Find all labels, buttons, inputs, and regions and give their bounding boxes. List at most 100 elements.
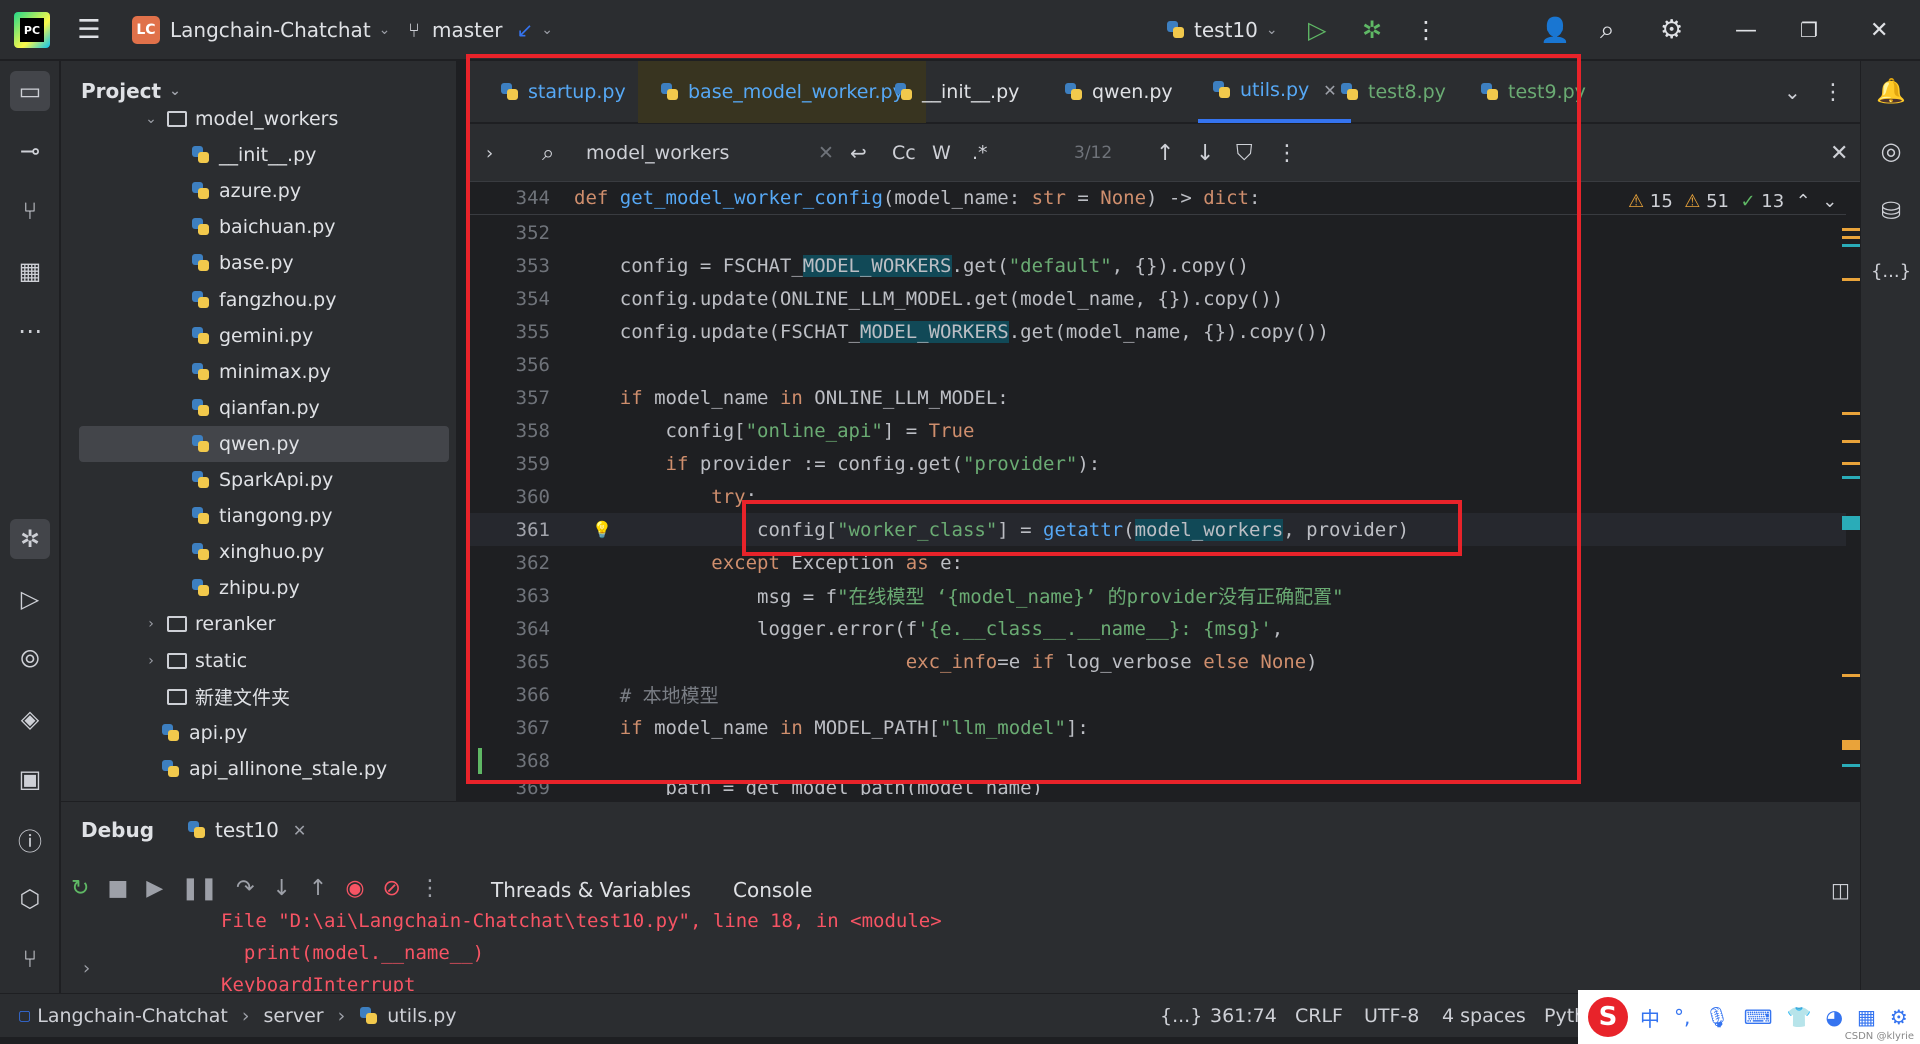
tree-item[interactable]: › static — [61, 643, 456, 679]
stripe-marker[interactable] — [1842, 462, 1860, 465]
stripe-marker[interactable] — [1842, 674, 1860, 677]
tree-item[interactable]: fangzhou.py — [61, 282, 456, 318]
tree-item[interactable]: minimax.py — [61, 354, 456, 390]
tree-item[interactable]: api.py — [61, 715, 456, 751]
tree-item[interactable]: azure.py — [61, 173, 456, 209]
notifications-bell-icon[interactable]: 🔔 — [1871, 71, 1911, 111]
tree-item[interactable]: zhipu.py — [61, 570, 456, 606]
project-widget[interactable]: LC Langchain-Chatchat ⌄ — [132, 0, 390, 60]
project-folder-icon[interactable]: ▭ — [10, 71, 50, 111]
tree-item[interactable]: gemini.py — [61, 318, 456, 354]
pull-requests-icon[interactable]: ⑂ — [10, 191, 50, 231]
step-out-icon[interactable]: ↑ — [309, 876, 327, 901]
breadcrumb-folder[interactable]: server — [263, 1005, 323, 1027]
microphone-icon[interactable]: 🎙 — [1704, 1005, 1729, 1029]
resume-icon[interactable]: ▶ — [146, 876, 163, 901]
breadcrumb-root[interactable]: Langchain-Chatchat — [37, 1005, 228, 1027]
tree-item[interactable]: qwen.py — [79, 425, 449, 462]
tree-item[interactable]: __init__.py — [61, 137, 456, 173]
inspection-widget[interactable]: ⚠ 15 ⚠ 51 ✓ 13 ⌃ ⌄ — [1628, 186, 1837, 216]
ai-assistant-icon[interactable]: ◎ — [1871, 131, 1911, 171]
json-braces-icon[interactable]: {...} — [1871, 251, 1911, 291]
services-icon[interactable]: ⬡ — [10, 879, 50, 919]
structure-icon[interactable]: ▦ — [10, 251, 50, 291]
tree-item[interactable]: tiangong.py — [61, 498, 456, 534]
problems-icon[interactable]: ⓘ — [10, 819, 50, 859]
settings-gear-icon[interactable]: ⚙ — [1890, 1005, 1908, 1029]
tree-item[interactable]: qianfan.py — [61, 390, 456, 426]
breadcrumb-file[interactable]: utils.py — [387, 1005, 456, 1027]
stripe-marker[interactable] — [1842, 244, 1860, 247]
more-debug-icon[interactable]: ⋮ — [419, 876, 441, 901]
tree-item[interactable]: xinghuo.py — [61, 534, 456, 570]
pause-icon[interactable]: ❚❚ — [181, 876, 218, 901]
layers-icon[interactable]: ◈ — [10, 699, 50, 739]
stop-icon[interactable]: ■ — [107, 876, 128, 901]
run-config-selector[interactable]: test10 ⌄ — [1166, 0, 1278, 60]
python-console-icon[interactable]: ⦾ — [10, 639, 50, 679]
add-user-icon[interactable]: 👤 — [1540, 0, 1570, 60]
stripe-marker[interactable] — [1842, 278, 1860, 281]
tab-actions-icon[interactable]: ⋮ — [1822, 61, 1844, 123]
view-breakpoints-icon[interactable]: ◉ — [345, 876, 364, 901]
expand-icon[interactable]: › — [83, 958, 90, 979]
stripe-marker[interactable] — [1842, 764, 1860, 767]
step-over-icon[interactable]: ↷ — [236, 876, 254, 901]
close-tab-icon[interactable]: ✕ — [293, 821, 306, 840]
debug-bug-icon[interactable]: ✲ — [1362, 0, 1382, 60]
next-highlight-icon[interactable]: ⌄ — [1822, 191, 1837, 212]
minimize-icon[interactable]: — — [1735, 0, 1757, 60]
run-tool-icon[interactable]: ▷ — [10, 579, 50, 619]
structure-braces[interactable]: {...} — [1160, 994, 1202, 1038]
more-actions-icon[interactable]: ⋮ — [1414, 0, 1438, 60]
chevron-right-icon[interactable]: › — [141, 653, 161, 669]
commit-icon[interactable]: ⊸ — [10, 131, 50, 171]
debug-tool-icon[interactable]: ✲ — [10, 519, 50, 559]
tree-item[interactable]: api_allinone_stale.py — [61, 751, 456, 787]
search-icon[interactable]: ⌕ — [1600, 0, 1615, 60]
stripe-marker[interactable] — [1842, 236, 1860, 239]
tree-item[interactable]: ⌄ model_workers — [61, 101, 456, 137]
tree-item[interactable]: baichuan.py — [61, 209, 456, 245]
stripe-marker[interactable] — [1842, 740, 1860, 750]
tree-item[interactable]: SparkApi.py — [61, 462, 456, 498]
stripe-marker[interactable] — [1842, 412, 1860, 415]
close-find-icon[interactable]: ✕ — [1830, 124, 1848, 182]
keyboard-icon[interactable]: ⌨ — [1744, 1005, 1773, 1029]
chevron-right-icon[interactable]: › — [141, 616, 161, 632]
restore-icon[interactable]: ❐ — [1800, 0, 1818, 60]
vcs-branch-widget[interactable]: ⑂ master ↙ ⌄ — [408, 0, 553, 60]
chevron-down-icon[interactable]: ⌄ — [141, 111, 161, 127]
stripe-marker[interactable] — [1842, 476, 1860, 479]
project-panel-header[interactable]: Project ⌄ — [81, 79, 181, 103]
tab-list-icon[interactable]: ⌄ — [1784, 61, 1801, 123]
git-icon[interactable]: ⑂ — [10, 939, 50, 979]
layout-icon[interactable]: ◫ — [1831, 878, 1850, 902]
main-menu-icon[interactable]: ☰ — [74, 0, 104, 60]
step-into-icon[interactable]: ↓ — [272, 876, 290, 901]
tree-item[interactable]: 新建文件夹 — [61, 679, 456, 715]
skin-icon[interactable]: 👕 — [1787, 1005, 1812, 1029]
indent-setting[interactable]: 4 spaces — [1442, 994, 1526, 1038]
stripe-marker[interactable] — [1842, 228, 1860, 231]
ime-punct[interactable]: °, — [1674, 1005, 1690, 1029]
settings-gear-icon[interactable]: ⚙ — [1660, 0, 1683, 60]
stripe-marker[interactable] — [1842, 440, 1860, 443]
mute-breakpoints-icon[interactable]: ⊘ — [383, 876, 401, 901]
line-separator[interactable]: CRLF — [1295, 994, 1343, 1038]
game-icon[interactable]: ◕ — [1826, 1005, 1843, 1029]
tree-item[interactable]: base.py — [61, 245, 456, 281]
database-icon[interactable]: ⛁ — [1871, 191, 1911, 231]
more-tools-icon[interactable]: ⋯ — [10, 311, 50, 351]
close-window-icon[interactable]: ✕ — [1870, 0, 1888, 60]
previous-highlight-icon[interactable]: ⌃ — [1796, 191, 1811, 212]
stripe-marker[interactable] — [1842, 516, 1860, 530]
run-icon[interactable]: ▷ — [1308, 0, 1326, 60]
terminal-icon[interactable]: ▣ — [10, 759, 50, 799]
debug-session-tab[interactable]: test10 ✕ — [187, 818, 306, 842]
ime-chinese-mode[interactable]: 中 — [1640, 1003, 1660, 1032]
toolbox-icon[interactable]: ▦ — [1857, 1005, 1876, 1029]
tab-console[interactable]: Console — [733, 878, 812, 902]
rerun-icon[interactable]: ↻ — [71, 876, 89, 901]
caret-position[interactable]: 361:74 — [1210, 994, 1277, 1038]
